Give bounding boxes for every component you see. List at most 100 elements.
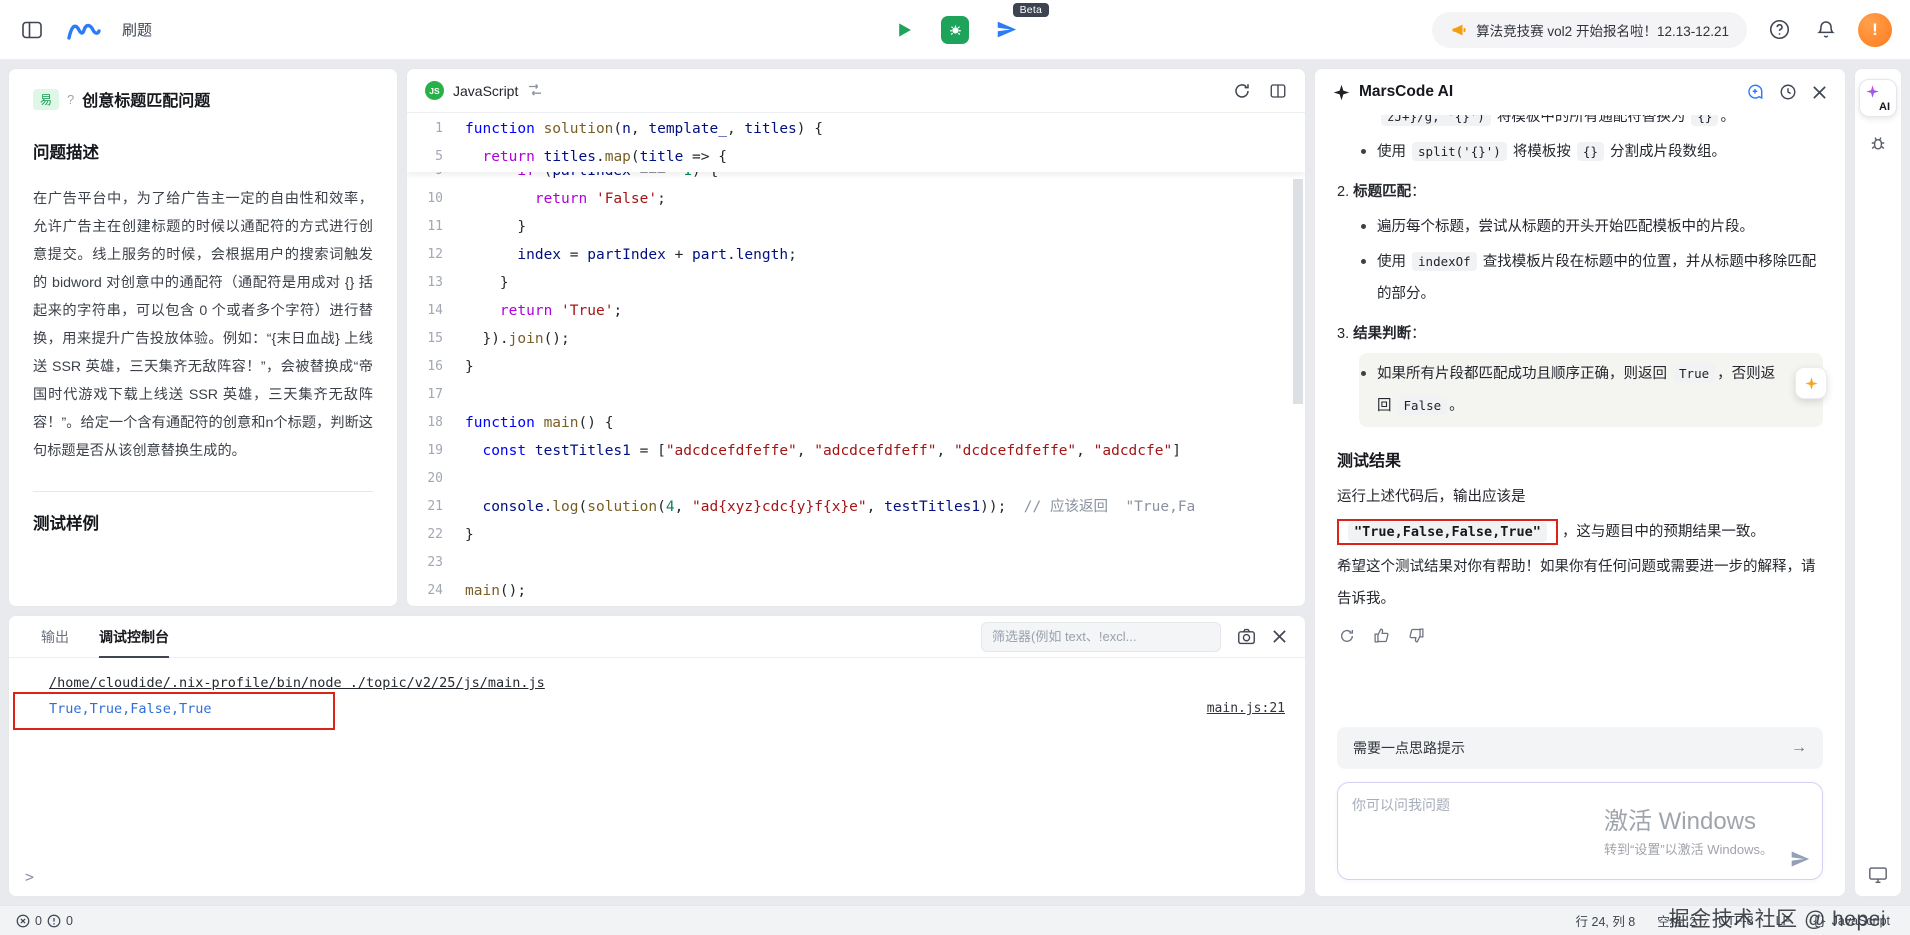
tab-debug-console[interactable]: 调试控制台 — [99, 616, 169, 658]
marscode-logo[interactable] — [62, 15, 106, 45]
ai-bullet: 遍历每个标题，尝试从标题的开头开始匹配模板中的片段。 — [1359, 211, 1823, 243]
code-line: 22} — [407, 521, 1305, 549]
problem-title: 创意标题匹配问题 — [82, 87, 210, 111]
expected-output-code: "True,False,False,True" — [1348, 522, 1547, 542]
console-line: True,True,False,Truemain.js:21 — [49, 696, 1285, 722]
code-text: return 'True'; — [465, 297, 1305, 325]
sidebar-toggle-icon[interactable] — [18, 17, 46, 43]
line-number: 20 — [407, 465, 465, 493]
debug-console-prompt[interactable]: > — [9, 862, 1305, 896]
line-number: 16 — [407, 353, 465, 381]
switch-language-icon[interactable] — [527, 83, 543, 98]
code-line: 20 — [407, 465, 1305, 493]
code-line: 18function main() { — [407, 409, 1305, 437]
code-line: 9 if (partIndex === -1) { — [407, 172, 1305, 185]
camera-icon[interactable] — [1237, 628, 1256, 645]
code-line: 23 — [407, 549, 1305, 577]
line-number: 21 — [407, 493, 465, 521]
right-activity-bar: AI — [1854, 68, 1902, 897]
code-editor[interactable]: 1function solution(n, template_, titles)… — [407, 113, 1305, 606]
problem-description: 在广告平台中，为了给广告主一定的自由性和效率，允许广告主在创建标题的时候以通配符… — [33, 185, 373, 465]
cursor-position[interactable]: 行 24, 列 8 — [1576, 911, 1636, 930]
ai-assistant-tab[interactable]: AI — [1859, 79, 1897, 117]
close-icon[interactable] — [1812, 85, 1827, 100]
code-line: 19 const testTitles1 = ["adcdcefdfeffe",… — [407, 437, 1305, 465]
code-line: 15 }).join(); — [407, 325, 1305, 353]
hint-suggestion-label: 需要一点思路提示 — [1353, 738, 1465, 758]
help-icon[interactable] — [1765, 15, 1794, 44]
run-button[interactable] — [887, 13, 921, 47]
close-icon[interactable] — [1272, 629, 1287, 644]
announcement-banner[interactable]: 算法竞技赛 vol2 开始报名啦！12.13-12.21 — [1432, 12, 1747, 48]
ai-para: zJ+}/g, '{}') 将模板中的所有通配符替换为 {}。 — [1379, 115, 1823, 133]
description-heading: 问题描述 — [33, 139, 373, 163]
bell-icon[interactable] — [1812, 15, 1840, 44]
line-number: 19 — [407, 437, 465, 465]
problems-indicator[interactable]: 0 0 — [16, 914, 73, 928]
code-text: main(); — [465, 577, 1305, 605]
red-annotation-box: "True,False,False,True" — [1337, 519, 1558, 545]
ai-message-actions — [1339, 627, 1823, 644]
top-bar: 刷题 Beta 算法竞技赛 vol2 开始报名啦！12.13-12. — [0, 0, 1910, 60]
monitor-icon[interactable] — [1868, 866, 1888, 884]
editor-panel: JS JavaScript 1function — [406, 68, 1306, 607]
console-source-link[interactable]: main.js:21 — [1207, 696, 1285, 722]
ai-bullet: 使用 indexOf 查找模板片段在标题中的位置，并从标题中移除匹配的部分。 — [1359, 246, 1823, 310]
user-avatar[interactable]: ! — [1858, 13, 1892, 47]
console-line: /home/cloudide/.nix-profile/bin/node ./t… — [49, 670, 1285, 696]
editor-tab-bar: JS JavaScript — [407, 69, 1305, 113]
ai-heading: 测试结果 — [1337, 447, 1823, 471]
submit-button[interactable] — [989, 13, 1023, 47]
warning-icon — [47, 914, 61, 928]
history-icon[interactable] — [1779, 83, 1797, 101]
regenerate-icon[interactable] — [1339, 628, 1355, 644]
refresh-icon[interactable] — [1233, 82, 1251, 100]
line-number: 15 — [407, 325, 465, 353]
thumbs-up-icon[interactable] — [1373, 627, 1390, 644]
quick-action-sparkle-button[interactable] — [1795, 367, 1827, 399]
marscode-ai-logo-icon — [1333, 84, 1350, 101]
code-text — [465, 549, 1305, 577]
code-text — [465, 465, 1305, 493]
nav-practice-label[interactable]: 刷题 — [122, 19, 152, 40]
code-line: 14 return 'True'; — [407, 297, 1305, 325]
code-line: 21 console.log(solution(4, "ad{xyz}cdc{y… — [407, 493, 1305, 521]
workbench: 易 ? 创意标题匹配问题 问题描述 在广告平台中，为了给广告主一定的自由性和效率… — [0, 60, 1910, 905]
javascript-icon: JS — [425, 81, 444, 100]
hint-suggestion-button[interactable]: 需要一点思路提示 → — [1337, 727, 1823, 769]
bug-icon[interactable] — [1868, 133, 1888, 153]
ai-chat-input[interactable] — [1352, 795, 1782, 867]
bug-icon — [948, 22, 963, 37]
new-chat-icon[interactable] — [1746, 83, 1764, 101]
console-filter-input[interactable] — [981, 622, 1221, 652]
code-line: 1function solution(n, template_, titles)… — [407, 115, 1305, 143]
juejin-watermark: 掘金技术社区 @ hepei — [1669, 903, 1886, 933]
thumbs-down-icon[interactable] — [1408, 627, 1425, 644]
paper-plane-icon — [996, 19, 1017, 40]
problem-panel: 易 ? 创意标题匹配问题 问题描述 在广告平台中，为了给广告主一定的自由性和效率… — [8, 68, 398, 607]
send-message-button[interactable] — [1790, 849, 1810, 869]
marscode-ai-panel: MarsCode AI zJ+}/g, '{}') 将模板中的所有通配符替换为 … — [1314, 68, 1846, 897]
debug-run-button[interactable] — [941, 16, 969, 44]
ai-para: 运行上述代码后，输出应该是 — [1337, 481, 1823, 513]
sparkle-icon — [1865, 84, 1880, 99]
code-text: } — [465, 353, 1305, 381]
editor-tab-javascript[interactable]: JavaScript — [453, 83, 518, 99]
beta-badge: Beta — [1013, 3, 1049, 17]
paper-plane-icon — [1790, 849, 1810, 869]
error-count: 0 — [35, 914, 42, 928]
line-number: 24 — [407, 577, 465, 605]
play-icon — [896, 21, 913, 39]
code-text: } — [465, 521, 1305, 549]
line-number: 12 — [407, 241, 465, 269]
code-text — [465, 381, 1305, 409]
code-line: 12 index = partIndex + part.length; — [407, 241, 1305, 269]
editor-scrollbar-thumb[interactable] — [1293, 179, 1303, 404]
sticky-scroll: 1function solution(n, template_, titles)… — [407, 115, 1305, 172]
split-editor-icon[interactable] — [1269, 82, 1287, 100]
tab-output[interactable]: 输出 — [41, 616, 69, 658]
ai-input-card — [1337, 782, 1823, 880]
problem-help-icon[interactable]: ? — [67, 92, 74, 107]
samples-heading: 测试样例 — [33, 510, 373, 534]
code-text: } — [465, 269, 1305, 297]
